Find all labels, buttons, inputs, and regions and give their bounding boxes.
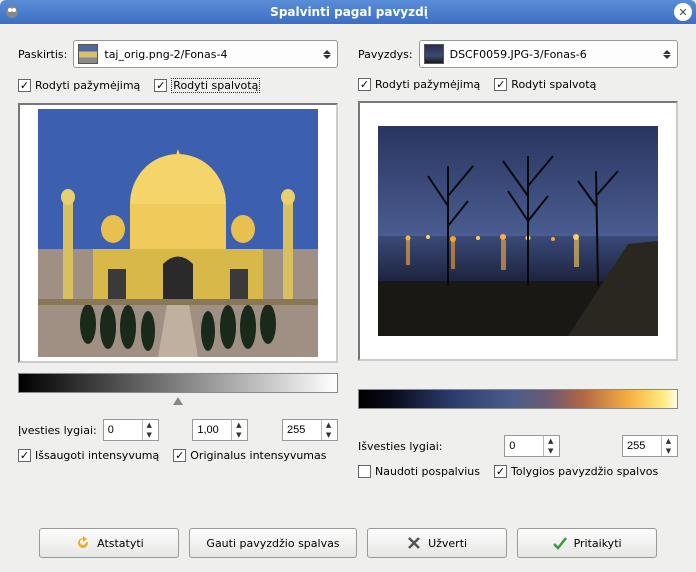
destination-gradient [18, 373, 338, 393]
reset-icon [75, 535, 91, 551]
sample-value: DSCF0059.JPG-3/Fonas-6 [450, 48, 661, 61]
get-sample-colors-button[interactable]: Gauti pavyzdžio spalvas [189, 528, 356, 558]
dest-show-selection-checkbox[interactable]: Rodyti pažymėjimą [18, 79, 140, 92]
close-icon [406, 535, 422, 551]
combo-arrows-icon [661, 45, 673, 63]
output-levels-label: Išvesties lygiai: [358, 440, 442, 453]
sample-combo[interactable]: DSCF0059.JPG-3/Fonas-6 [419, 40, 678, 68]
input-level-high-spinner[interactable]: ▲▼ [282, 419, 338, 441]
sample-show-selection-checkbox[interactable]: Rodyti pažymėjimą [358, 78, 480, 91]
original-intensity-checkbox[interactable]: Originalus intensyvumas [173, 449, 326, 462]
slider-handle-icon [173, 397, 183, 405]
destination-preview [18, 103, 338, 363]
checkbox-icon [358, 78, 371, 91]
app-icon [4, 4, 20, 20]
checkbox-icon [18, 449, 31, 462]
input-level-gamma-spinner[interactable]: ▲▼ [192, 419, 248, 441]
sample-show-color-checkbox[interactable]: Rodyti spalvotą [494, 78, 596, 91]
dialog-buttons: Atstatyti Gauti pavyzdžio spalvas Užvert… [18, 528, 678, 558]
sample-panel: Pavyzdys: DSCF0059.JPG-3/Fonas-6 Rodyti … [358, 40, 678, 514]
titlebar: Spalvinti pagal pavyzdį ✕ [0, 0, 696, 24]
apply-button[interactable]: Pritaikyti [517, 528, 657, 558]
checkbox-icon [494, 465, 507, 478]
input-level-gamma-field[interactable] [193, 424, 231, 436]
combo-arrows-icon [321, 45, 333, 63]
input-level-high-field[interactable] [283, 424, 321, 436]
destination-combo[interactable]: taj_orig.png-2/Fonas-4 [73, 40, 338, 68]
input-levels-label: Įvesties lygiai: [18, 424, 97, 437]
sample-preview [358, 101, 678, 361]
sample-label: Pavyzdys: [358, 48, 413, 61]
apply-icon [552, 535, 568, 551]
checkbox-icon [358, 465, 371, 478]
smooth-samplecolors-checkbox[interactable]: Tolygios pavyzdžio spalvos [494, 465, 658, 478]
sample-gradient [358, 389, 678, 409]
dialog-body: Paskirtis: taj_orig.png-2/Fonas-4 Rodyti… [0, 24, 696, 572]
destination-label: Paskirtis: [18, 48, 67, 61]
destination-thumb-icon [78, 44, 98, 64]
output-level-high-spinner[interactable]: ▲▼ [622, 435, 678, 457]
keep-intensity-checkbox[interactable]: Išsaugoti intensyvumą [18, 449, 159, 462]
close-window-button[interactable]: ✕ [674, 3, 692, 21]
destination-gamma-slider[interactable] [18, 397, 338, 409]
output-level-high-field[interactable] [623, 440, 661, 452]
input-level-low-spinner[interactable]: ▲▼ [103, 419, 159, 441]
checkbox-icon [173, 449, 186, 462]
dusk-lake-image [378, 126, 658, 336]
taj-mahal-image [38, 109, 318, 357]
output-level-low-spinner[interactable]: ▲▼ [504, 435, 560, 457]
input-level-low-field[interactable] [104, 424, 142, 436]
window-title: Spalvinti pagal pavyzdį [24, 5, 674, 19]
reset-button[interactable]: Atstatyti [39, 528, 179, 558]
checkbox-icon [18, 79, 31, 92]
destination-value: taj_orig.png-2/Fonas-4 [104, 48, 321, 61]
close-button[interactable]: Užverti [367, 528, 507, 558]
use-subcolors-checkbox[interactable]: Naudoti pospalvius [358, 465, 480, 478]
destination-panel: Paskirtis: taj_orig.png-2/Fonas-4 Rodyti… [18, 40, 338, 514]
dest-show-color-checkbox[interactable]: Rodyti spalvotą [154, 78, 260, 93]
checkbox-icon [154, 79, 167, 92]
sample-thumb-icon [424, 44, 444, 64]
checkbox-icon [494, 78, 507, 91]
output-level-low-field[interactable] [505, 440, 543, 452]
